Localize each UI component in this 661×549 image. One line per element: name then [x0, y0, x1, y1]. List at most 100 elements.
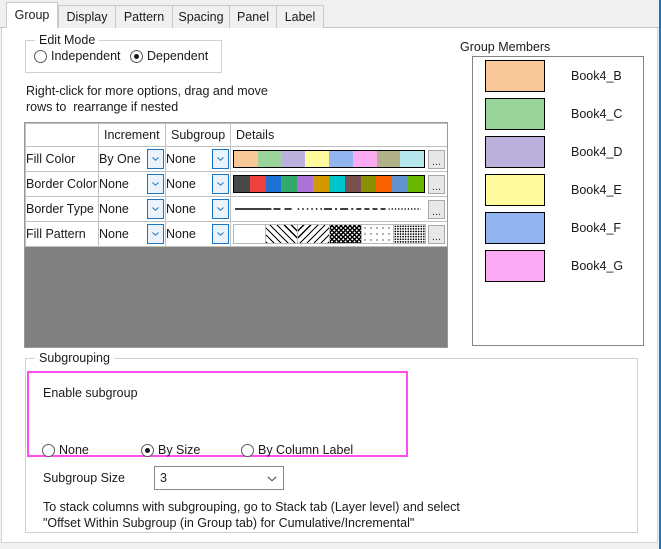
row-name-border-color: Border Color: [26, 172, 99, 197]
tab-group[interactable]: Group: [6, 2, 58, 28]
subgroup-size-select[interactable]: 3: [154, 466, 284, 490]
table-row[interactable]: Border Type None None: [26, 197, 448, 222]
subgroup-option-by-column-label[interactable]: By Column Label: [241, 443, 353, 457]
subgroup-combo-border-color[interactable]: None: [166, 172, 231, 197]
fill-color-swatch-1: [258, 151, 282, 167]
list-item[interactable]: Book4_G: [473, 247, 643, 285]
chevron-down-icon[interactable]: [147, 174, 164, 194]
group-member-swatch: [485, 250, 545, 282]
group-members-list[interactable]: Book4_B Book4_C Book4_D Book4_EBook4_FBook4…: [472, 56, 644, 346]
radio-independent-label: Independent: [51, 49, 121, 63]
details-border-color[interactable]: ...: [231, 172, 448, 197]
subgrouping-note-line2: "Offset Within Subgroup (in Group tab) f…: [43, 515, 414, 531]
tab-pattern[interactable]: Pattern: [115, 5, 173, 28]
grid-header-increment: Increment: [99, 124, 166, 147]
border-type-preview[interactable]: [233, 200, 425, 218]
group-member-label: Book4_C: [571, 107, 622, 121]
table-row[interactable]: Border Color None None: [26, 172, 448, 197]
radio-subgroup-by-size-label: By Size: [158, 443, 200, 457]
subgroup-combo-fill-pattern[interactable]: None: [166, 222, 231, 247]
group-member-swatch: [485, 136, 545, 168]
table-row[interactable]: Fill Color By One None: [26, 147, 448, 172]
increment-combo-border-type[interactable]: None: [99, 197, 166, 222]
tab-panel[interactable]: Panel: [229, 5, 277, 28]
subgroup-option-by-size[interactable]: By Size: [141, 443, 200, 457]
fill-color-swatch-2: [282, 151, 306, 167]
chevron-down-icon[interactable]: [212, 224, 229, 244]
increment-combo-fill-pattern[interactable]: None: [99, 222, 166, 247]
subgroup-value-border-type: None: [166, 202, 196, 216]
border-color-swatch-4: [297, 176, 313, 192]
subgrouping-legend: Subgrouping: [35, 351, 114, 365]
radio-subgroup-by-column-label-icon[interactable]: [241, 444, 254, 457]
radio-subgroup-none-label: None: [59, 443, 89, 457]
grid-hint-line2: rows to rearrange if nested: [26, 99, 178, 115]
list-item[interactable]: Book4_D: [473, 133, 643, 171]
table-row[interactable]: Fill Pattern None None: [26, 222, 448, 247]
fill-pattern-preview[interactable]: [233, 224, 425, 244]
fill-color-swatch-4: [329, 151, 353, 167]
radio-dependent-icon[interactable]: [130, 50, 143, 63]
chevron-down-icon[interactable]: [147, 199, 164, 219]
radio-independent-icon[interactable]: [34, 50, 47, 63]
subgroup-combo-border-type[interactable]: None: [166, 197, 231, 222]
fill-color-swatch-0: [234, 151, 258, 167]
tab-label[interactable]: Label: [276, 5, 324, 28]
property-grid-table: Increment Subgroup Details Fill Color By…: [25, 123, 448, 247]
subgroup-combo-fill-color[interactable]: None: [166, 147, 231, 172]
border-color-swatch-10: [392, 176, 408, 192]
subgroup-value-border-color: None: [166, 177, 196, 191]
group-member-label: Book4_D: [571, 145, 622, 159]
list-item[interactable]: Book4_C: [473, 95, 643, 133]
chevron-down-icon[interactable]: [212, 199, 229, 219]
tab-display[interactable]: Display: [58, 5, 116, 28]
border-color-swatches[interactable]: [233, 175, 425, 193]
row-name-fill-color: Fill Color: [26, 147, 99, 172]
fill-pattern-more-button[interactable]: ...: [428, 225, 445, 244]
group-member-swatch: [485, 174, 545, 206]
subgroup-option-none[interactable]: None: [42, 443, 89, 457]
pattern-crosshatch-dense: [329, 224, 362, 244]
edit-mode-independent[interactable]: Independent: [34, 49, 121, 63]
increment-combo-border-color[interactable]: None: [99, 172, 166, 197]
details-fill-pattern[interactable]: ...: [231, 222, 448, 247]
chevron-down-icon[interactable]: [212, 149, 229, 169]
group-tab-panel: Edit Mode Independent Dependent Right-cl…: [1, 28, 658, 543]
radio-subgroup-none-icon[interactable]: [42, 444, 55, 457]
border-color-swatch-6: [329, 176, 345, 192]
border-color-more-button[interactable]: ...: [428, 175, 445, 194]
row-name-fill-pattern: Fill Pattern: [26, 222, 99, 247]
increment-combo-fill-color[interactable]: By One: [99, 147, 166, 172]
edit-mode-legend: Edit Mode: [35, 33, 99, 47]
tab-spacing[interactable]: Spacing: [172, 5, 230, 28]
border-color-swatch-11: [408, 176, 424, 192]
fill-color-swatch-5: [353, 151, 377, 167]
radio-subgroup-by-size-icon[interactable]: [141, 444, 154, 457]
subgroup-value-fill-color: None: [166, 152, 196, 166]
border-type-more-button[interactable]: ...: [428, 200, 445, 219]
chevron-down-icon[interactable]: [147, 149, 164, 169]
fill-color-more-button[interactable]: ...: [428, 150, 445, 169]
fill-color-swatches[interactable]: [233, 150, 425, 168]
list-item[interactable]: Book4_F: [473, 209, 643, 247]
fill-color-swatch-3: [305, 151, 329, 167]
border-color-swatch-2: [266, 176, 282, 192]
details-border-type[interactable]: ...: [231, 197, 448, 222]
grid-header-blank: [26, 124, 99, 147]
edit-mode-dependent[interactable]: Dependent: [130, 49, 208, 63]
chevron-down-icon[interactable]: [147, 224, 164, 244]
group-property-grid[interactable]: Increment Subgroup Details Fill Color By…: [24, 122, 448, 348]
tab-strip: Group Display Pattern Spacing Panel Labe…: [0, 0, 659, 28]
radio-dependent-label: Dependent: [147, 49, 208, 63]
subgroup-value-fill-pattern: None: [166, 227, 196, 241]
grid-hint-line1: Right-click for more options, drag and m…: [26, 83, 268, 99]
plot-details-dialog: Group Display Pattern Spacing Panel Labe…: [0, 0, 661, 549]
border-color-swatch-8: [361, 176, 377, 192]
chevron-down-icon[interactable]: [267, 471, 277, 485]
grid-header-row: Increment Subgroup Details: [26, 124, 448, 147]
list-item[interactable]: Book4_B: [473, 57, 643, 95]
chevron-down-icon[interactable]: [212, 174, 229, 194]
increment-value-fill-pattern: None: [99, 227, 129, 241]
list-item[interactable]: Book4_E: [473, 171, 643, 209]
details-fill-color[interactable]: ...: [231, 147, 448, 172]
